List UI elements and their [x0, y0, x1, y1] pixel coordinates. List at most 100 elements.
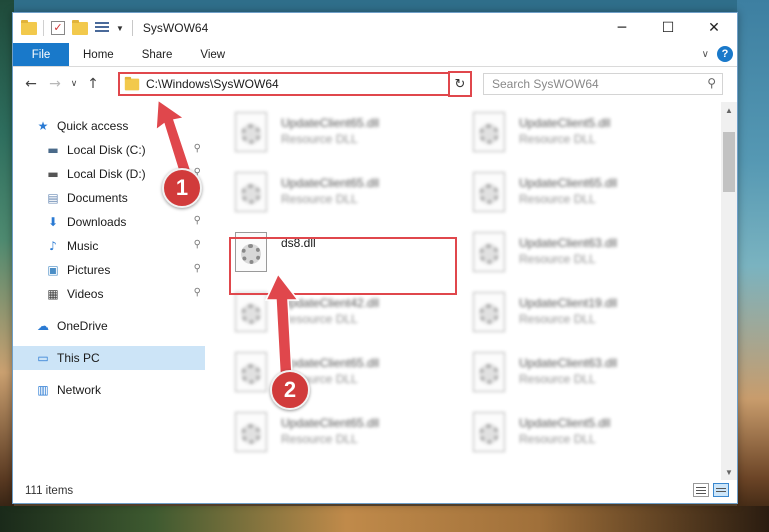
tab-home[interactable]: Home: [69, 43, 128, 66]
window-title: SysWOW64: [142, 21, 209, 35]
drive-icon: ▬: [47, 167, 59, 181]
file-item[interactable]: UpdateClient65.dll Resource DLL: [235, 172, 455, 226]
sidebar-item-onedrive[interactable]: ☁ OneDrive: [13, 314, 205, 338]
close-button[interactable]: ✕: [691, 13, 737, 43]
ribbon-right-controls: ∨ ?: [702, 46, 733, 62]
tab-file[interactable]: File: [13, 43, 69, 66]
downloads-icon: ⬇: [47, 215, 59, 229]
file-item[interactable]: UpdateClient65.dll Resource DLL: [235, 412, 455, 466]
sidebar-item-videos[interactable]: ▦ Videos ⚲: [13, 282, 205, 306]
dll-file-icon: [235, 172, 269, 214]
back-button[interactable]: ←: [19, 72, 43, 96]
title-divider: [131, 20, 133, 36]
search-placeholder: Search SysWOW64: [492, 77, 599, 91]
sidebar-item-label: This PC: [57, 351, 100, 365]
forward-button[interactable]: →: [43, 72, 67, 96]
details-view-icon[interactable]: [693, 483, 709, 497]
pin-icon[interactable]: ⚲: [194, 239, 201, 250]
pictures-icon: ▣: [47, 263, 59, 277]
sidebar-item-label: Pictures: [67, 263, 111, 277]
scroll-thumb[interactable]: [723, 132, 735, 192]
search-icon[interactable]: ⚲: [707, 76, 716, 90]
network-icon: ▥: [37, 383, 49, 397]
tab-view[interactable]: View: [186, 43, 239, 66]
large-icons-view-icon[interactable]: [713, 483, 729, 497]
dll-file-icon: [235, 412, 269, 454]
file-name: UpdateClient65.dll: [281, 416, 380, 430]
file-item[interactable]: UpdateClient65.dll Resource DLL: [235, 112, 455, 166]
refresh-button[interactable]: ↻: [448, 71, 472, 97]
expand-ribbon-icon[interactable]: ∨: [702, 49, 709, 60]
sidebar-item-label: Music: [67, 239, 99, 253]
properties-icon[interactable]: [94, 20, 110, 36]
view-buttons: [693, 483, 729, 497]
sidebar-item-network[interactable]: ▥ Network: [13, 378, 205, 402]
up-button[interactable]: ↑: [81, 72, 105, 96]
file-type: Resource DLL: [519, 432, 596, 446]
help-icon[interactable]: ?: [717, 46, 733, 62]
music-icon: ♪: [49, 239, 57, 253]
title-bar: ✓ ▼ SysWOW64 ─ ☐ ✕: [13, 13, 737, 43]
sidebar-item-label: Videos: [67, 287, 104, 301]
file-type: Resource DLL: [281, 432, 358, 446]
file-type: Resource DLL: [281, 192, 358, 206]
dll-file-icon: [473, 412, 507, 454]
file-item[interactable]: UpdateClient63.dll Resource DLL: [473, 352, 693, 406]
properties-check-icon[interactable]: ✓: [50, 20, 66, 36]
annotation-arrow-2: [264, 272, 300, 375]
file-type: Resource DLL: [519, 192, 596, 206]
new-folder-icon[interactable]: [72, 19, 88, 36]
toolbar-divider: [43, 20, 44, 36]
minimize-button[interactable]: ─: [599, 13, 645, 43]
sidebar-item-pictures[interactable]: ▣ Pictures ⚲: [13, 258, 205, 282]
file-type: Resource DLL: [519, 372, 596, 386]
vertical-scrollbar[interactable]: ▲ ▼: [721, 102, 737, 480]
file-item[interactable]: UpdateClient5.dll Resource DLL: [473, 412, 693, 466]
annotation-badge-1: 1: [162, 168, 202, 208]
quick-access-toolbar: ✓ ▼: [13, 19, 124, 36]
maximize-button[interactable]: ☐: [645, 13, 691, 43]
file-item[interactable]: UpdateClient65.dll Resource DLL: [473, 172, 693, 226]
file-item[interactable]: UpdateClient63.dll Resource DLL: [473, 232, 693, 286]
this-pc-icon: ▭: [37, 351, 49, 365]
window-controls: ─ ☐ ✕: [599, 13, 737, 43]
dll-file-icon: [473, 292, 507, 334]
file-name: UpdateClient65.dll: [281, 116, 380, 130]
scroll-down-icon[interactable]: ▼: [721, 464, 737, 480]
sidebar-item-label: Local Disk (C:): [67, 143, 146, 157]
sidebar-item-this-pc[interactable]: ▭ This PC: [13, 346, 205, 370]
pin-icon[interactable]: ⚲: [194, 263, 201, 274]
sidebar-item-label: OneDrive: [57, 319, 108, 333]
content-area: ★ Quick access ▬ Local Disk (C:) ⚲ ▬ Local Dis…: [13, 102, 737, 480]
sidebar-item-label: Local Disk (D:): [67, 167, 146, 181]
pin-icon[interactable]: ⚲: [194, 215, 201, 226]
address-bar[interactable]: C:\Windows\SysWOW64 ∨: [118, 72, 472, 96]
search-input[interactable]: Search SysWOW64 ⚲: [483, 73, 723, 95]
file-type: Resource DLL: [281, 132, 358, 146]
scroll-up-icon[interactable]: ▲: [721, 102, 737, 118]
annotation-badge-2: 2: [270, 370, 310, 410]
onedrive-icon: ☁: [37, 319, 49, 333]
desktop-wallpaper-bottom: [0, 506, 769, 532]
file-item[interactable]: UpdateClient19.dll Resource DLL: [473, 292, 693, 346]
videos-icon: ▦: [47, 287, 59, 301]
item-count: 111 items: [25, 485, 74, 497]
recent-locations-button[interactable]: ∨: [67, 72, 81, 96]
file-name: UpdateClient65.dll: [281, 176, 380, 190]
file-item[interactable]: UpdateClient5.dll Resource DLL: [473, 112, 693, 166]
pin-icon[interactable]: ⚲: [194, 287, 201, 298]
drive-icon: ▬: [47, 143, 59, 157]
file-type: Resource DLL: [519, 312, 596, 326]
dll-file-icon: [473, 232, 507, 274]
sidebar-item-downloads[interactable]: ⬇ Downloads ⚲: [13, 210, 205, 234]
dll-file-icon: [235, 112, 269, 154]
sidebar-item-music[interactable]: ♪ Music ⚲: [13, 234, 205, 258]
tab-share[interactable]: Share: [128, 43, 187, 66]
address-path[interactable]: C:\Windows\SysWOW64: [146, 77, 454, 91]
file-type: Resource DLL: [519, 132, 596, 146]
dll-file-icon: [473, 172, 507, 214]
customize-toolbar-dropdown-icon[interactable]: ▼: [116, 24, 124, 33]
file-name: UpdateClient63.dll: [519, 356, 618, 370]
sidebar-item-label: Documents: [67, 191, 128, 205]
file-name: UpdateClient5.dll: [519, 116, 611, 130]
